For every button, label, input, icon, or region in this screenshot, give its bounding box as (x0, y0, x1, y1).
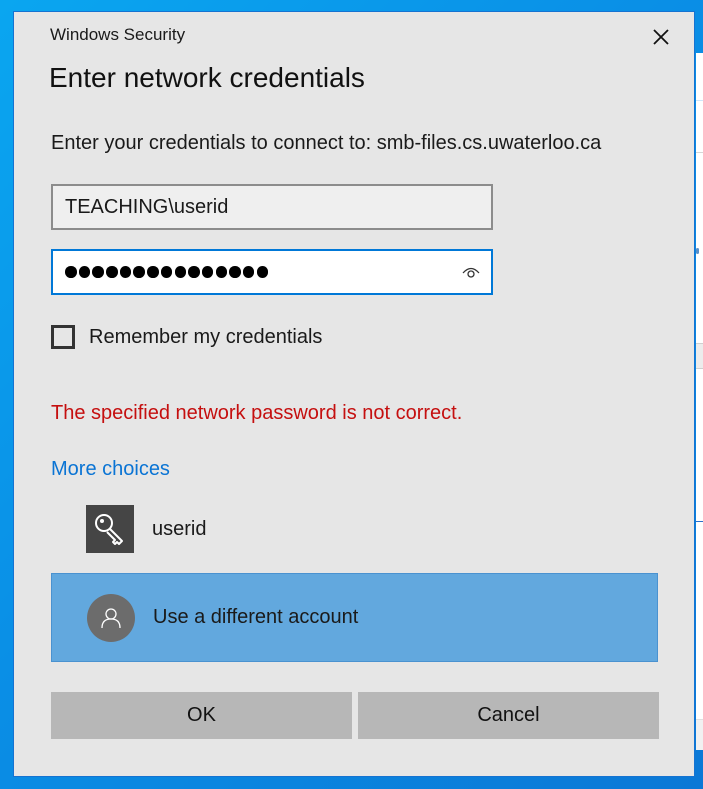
password-dot (188, 266, 200, 278)
password-dot (215, 266, 228, 278)
key-icon (95, 514, 123, 545)
password-dot (147, 266, 159, 278)
error-message: The specified network password is not co… (51, 402, 463, 424)
connect-prompt: Enter your credentials to connect to: sm… (51, 132, 602, 154)
password-dot (174, 266, 186, 278)
close-button[interactable] (644, 22, 678, 52)
account-option-different-account[interactable]: Use a different account (51, 573, 658, 662)
password-dot (160, 266, 173, 278)
password-dot (106, 266, 118, 278)
windows-security-dialog: Windows Security Enter network credentia… (13, 11, 695, 777)
eye-icon (462, 267, 480, 278)
username-value: TEACHING\userid (65, 195, 229, 218)
background-divider (696, 152, 703, 153)
password-input[interactable] (51, 249, 493, 295)
password-masked-value (65, 266, 269, 278)
password-dot (133, 266, 145, 278)
background-indicator (696, 248, 699, 254)
background-divider (696, 100, 703, 101)
password-dot (229, 266, 241, 278)
reveal-password-button[interactable] (461, 263, 481, 281)
background-footer (696, 719, 703, 750)
username-input[interactable]: TEACHING\userid (51, 184, 493, 230)
password-dot (65, 266, 77, 278)
background-link-fragment[interactable] (696, 507, 703, 522)
password-dot (119, 266, 132, 278)
password-dot (201, 266, 214, 278)
background-band (696, 343, 703, 369)
avatar (87, 593, 135, 642)
password-dot (78, 266, 91, 278)
ok-button[interactable]: OK (51, 692, 352, 739)
remember-credentials-label: Remember my credentials (89, 325, 323, 348)
password-dot (242, 266, 255, 278)
close-icon (653, 29, 669, 45)
key-tile (86, 505, 134, 553)
password-dot (256, 266, 269, 278)
person-icon (101, 607, 121, 628)
cancel-button[interactable]: Cancel (358, 692, 659, 739)
remember-credentials-checkbox[interactable] (51, 325, 75, 349)
password-dot (92, 266, 104, 278)
dialog-heading: Enter network credentials (49, 62, 365, 93)
window-title: Windows Security (50, 25, 186, 44)
account-label: Use a different account (153, 606, 359, 628)
background-window (696, 53, 703, 750)
remember-credentials-checkbox-row[interactable]: Remember my credentials (51, 325, 322, 349)
more-choices-link[interactable]: More choices (51, 458, 170, 481)
account-option-userid[interactable]: userid (51, 485, 658, 573)
account-label: userid (152, 517, 207, 540)
